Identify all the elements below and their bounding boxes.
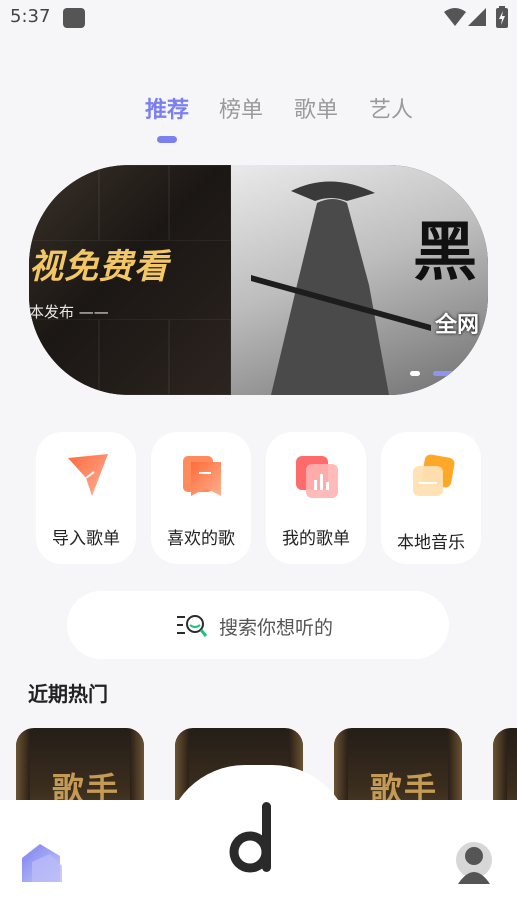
- tab-charts[interactable]: 榜单: [219, 92, 263, 124]
- music-app-logo-icon[interactable]: [226, 800, 282, 878]
- search-icon: [177, 615, 207, 637]
- carousel-dot[interactable]: [410, 371, 420, 376]
- status-bar: 5:37: [0, 0, 517, 36]
- local-music-icon: [413, 454, 455, 496]
- tab-playlists[interactable]: 歌单: [294, 92, 338, 124]
- tab-artists[interactable]: 艺人: [369, 92, 413, 124]
- tab-indicator: [157, 136, 177, 143]
- my-playlist-button[interactable]: 我的歌单: [266, 432, 366, 564]
- liked-songs-label: 喜欢的歌: [167, 529, 235, 549]
- battery-icon: [496, 6, 508, 28]
- wifi-icon: [444, 8, 466, 26]
- liked-songs-button[interactable]: 喜欢的歌: [151, 432, 251, 564]
- liked-songs-icon: [183, 456, 221, 496]
- import-playlist-icon: [68, 454, 108, 496]
- profile-icon[interactable]: [453, 840, 495, 884]
- search-bar[interactable]: 搜索你想听的: [67, 591, 449, 659]
- notification-icon: [63, 8, 85, 28]
- banner-right-title: 黑: [413, 216, 477, 290]
- search-placeholder: 搜索你想听的: [219, 617, 334, 639]
- banner-right-subtitle: 全网: [435, 313, 480, 338]
- import-playlist-label: 导入歌单: [52, 529, 120, 549]
- local-music-label: 本地音乐: [397, 533, 465, 553]
- local-music-button[interactable]: 本地音乐: [381, 432, 481, 564]
- carousel-dot-active[interactable]: [433, 371, 467, 376]
- tab-recommend[interactable]: 推荐: [145, 92, 189, 124]
- import-playlist-button[interactable]: 导入歌单: [36, 432, 136, 564]
- home-icon[interactable]: [20, 840, 64, 884]
- cellular-signal-icon: [468, 8, 486, 26]
- banner-left-title: 视免费看: [29, 247, 169, 287]
- category-tabs: 推荐 榜单 歌单 艺人: [0, 92, 517, 132]
- section-title: 近期热门: [28, 682, 108, 706]
- swordsman-figure: [251, 181, 431, 395]
- my-playlist-label: 我的歌单: [282, 529, 350, 549]
- banner-carousel[interactable]: 视免费看 本发布 —— 黑 全网: [29, 165, 488, 395]
- status-time: 5:37: [10, 6, 51, 27]
- my-playlist-icon: [296, 456, 338, 498]
- banner-left-subtitle: 本发布 ——: [29, 303, 109, 321]
